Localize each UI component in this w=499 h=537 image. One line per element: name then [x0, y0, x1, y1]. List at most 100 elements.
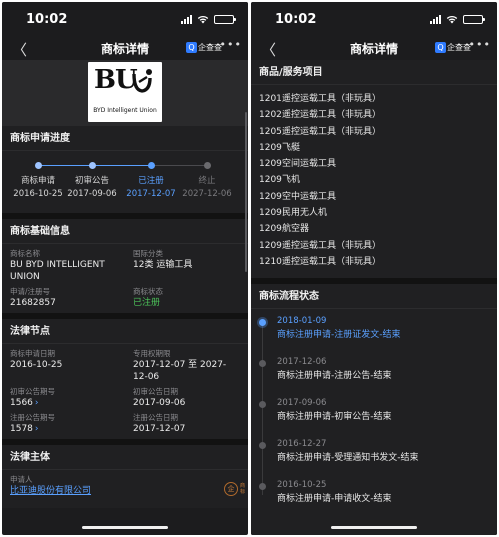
home-indicator[interactable] [82, 526, 168, 529]
prelim-date-cell: 初审公告日期 2017-09-06 [133, 386, 246, 409]
status-cell: 商标状态 已注册 [133, 286, 246, 309]
exclusive-period-cell: 专用权期限 2017-12-07 至 2027-12-06 [133, 348, 246, 383]
legal-grid: 商标申请日期 2016-10-25 专用权期限 2017-12-07 至 202… [2, 344, 248, 439]
goods-code: 1202 [259, 110, 282, 121]
goods-name: 空间运载工具 [282, 159, 337, 170]
list-item: 1210遥控运载工具（非玩具） [259, 254, 489, 270]
applicant-block: 申请人 比亚迪股份有限公司 企 商标 [2, 470, 248, 508]
timeline-step-label: 初审公告 [74, 176, 109, 186]
right-content: 商品/服务项目 1201遥控运载工具（非玩具） 1202遥控运载工具（非玩具） 12… [251, 60, 497, 535]
progress-section: 商标申请进度 商标申请 2016-10-25 初审公告 2017-09-06 已注册 20… [2, 126, 248, 213]
timeline-step: 商标申请 2016-10-25 [8, 175, 68, 201]
more-icon[interactable]: ••• [469, 38, 491, 51]
applicant-link[interactable]: 比亚迪股份有限公司 [10, 485, 240, 498]
home-indicator[interactable] [331, 526, 417, 529]
list-item: 1209航空器 [259, 221, 489, 237]
goods-code: 1209 [259, 240, 282, 251]
flow-date: 2016-12-27 [277, 439, 327, 450]
list-item: 1209飞机 [259, 172, 489, 188]
signal-icon [181, 14, 192, 24]
flow-item: 2016-10-25 商标注册申请-申请收文-结束 [259, 479, 489, 520]
timeline-dot [148, 162, 155, 169]
flow-date: 2017-09-06 [277, 398, 327, 409]
left-screen: 10:02 〈 商标详情 Q 企查查 ••• BU BYD Intelligen… [2, 2, 248, 535]
flow-dot [259, 483, 266, 491]
qcc-logo[interactable]: Q 企查查 [435, 42, 471, 53]
scrollbar[interactable] [245, 112, 247, 272]
applicant-label: 申请人 [10, 475, 33, 484]
trademark-logo[interactable]: BU BYD Intelligent Union [88, 62, 162, 122]
trademark-name-cell: 商标名称 BU BYD INTELLIGENT UNION [10, 248, 133, 283]
reg-date-label: 注册公告日期 [133, 413, 178, 422]
reg-issue-cell: 注册公告期号 1578 › [10, 412, 133, 435]
status-bar: 10:02 [2, 2, 248, 36]
goods-code: 1201 [259, 94, 282, 104]
back-icon[interactable]: 〈 [261, 39, 276, 60]
progress-timeline: 商标申请 2016-10-25 初审公告 2017-09-06 已注册 2017-12-0… [2, 151, 248, 213]
goods-name: 空中运载工具 [282, 191, 337, 202]
intl-class-label: 国际分类 [133, 249, 163, 258]
goods-code: 1205 [259, 126, 282, 137]
exclusive-period-label: 专用权期限 [133, 349, 171, 358]
back-icon[interactable]: 〈 [12, 39, 27, 60]
goods-name: 遥控运载工具（非玩具） [282, 256, 382, 267]
prelim-date-label: 初审公告日期 [133, 387, 178, 396]
status-icons [181, 14, 236, 24]
qcc-label: 企查查 [447, 43, 471, 52]
timeline-step-date: 2017-12-07 [126, 189, 176, 199]
reg-date-cell: 注册公告日期 2017-12-07 [133, 412, 246, 435]
timeline-step-label: 终止 [198, 176, 216, 186]
goods-code: 1209 [259, 224, 282, 235]
prelim-issue-link[interactable]: 1566 › [10, 397, 127, 409]
prelim-issue-cell: 初审公告期号 1566 › [10, 386, 133, 409]
status-label: 商标状态 [133, 287, 163, 296]
progress-title: 商标申请进度 [2, 126, 248, 151]
flow-text: 商标注册申请-注册证发文-结束 [277, 330, 401, 341]
basic-info-section: 商标基础信息 商标名称 BU BYD INTELLIGENT UNION 国际分… [2, 219, 248, 313]
goods-code: 1209 [259, 175, 282, 186]
flow-text: 商标注册申请-受理通知书发文-结束 [277, 453, 419, 464]
list-item: 1209空中运载工具 [259, 189, 489, 205]
intl-class-cell: 国际分类 12类 运输工具 [133, 248, 246, 283]
flow-item: 2017-09-06 商标注册申请-初审公告-结束 [259, 397, 489, 438]
flow-dot [259, 319, 266, 327]
goods-name: 航空器 [282, 224, 310, 235]
goods-code: 1210 [259, 256, 282, 267]
wifi-icon [446, 15, 458, 23]
timeline-step-date: 2017-09-06 [67, 189, 117, 199]
basic-info-title: 商标基础信息 [2, 219, 248, 244]
goods-name: 遥控运载工具（非玩具） [282, 240, 382, 251]
goods-code: 1209 [259, 159, 282, 170]
left-content: BU BYD Intelligent Union 商标申请进度 商标申请 2016… [2, 60, 248, 508]
flow-dot [259, 360, 266, 368]
timeline-connector [38, 165, 92, 166]
more-icon[interactable]: ••• [220, 38, 242, 51]
goods-section: 商品/服务项目 1201遥控运载工具（非玩具） 1202遥控运载工具（非玩具） 12… [251, 60, 497, 279]
flow-text: 商标注册申请-注册公告-结束 [277, 371, 392, 382]
subject-title: 法律主体 [2, 445, 248, 470]
flow-title: 商标流程状态 [251, 284, 497, 310]
goods-name: 飞机 [282, 175, 301, 186]
flow-item: 2017-12-06 商标注册申请-注册公告-结束 [259, 356, 489, 397]
reg-issue-link[interactable]: 1578 › [10, 423, 127, 435]
prelim-issue-label: 初审公告期号 [10, 387, 55, 396]
flow-dot [259, 442, 266, 450]
flow-text: 商标注册申请-初审公告-结束 [277, 412, 392, 423]
trademark-name-label: 商标名称 [10, 249, 40, 258]
goods-name: 民用无人机 [282, 208, 328, 219]
battery-icon [214, 14, 236, 24]
timeline-dot [35, 162, 42, 169]
goods-name: 飞艇 [282, 142, 301, 153]
goods-list: 1201遥控运载工具（非玩具） 1202遥控运载工具（非玩具） 1205遥控运载工具… [251, 85, 497, 278]
status-time: 10:02 [26, 11, 68, 27]
status-badge: 已注册 [133, 298, 161, 308]
nav-bar: 〈 商标详情 Q 企查查 ••• [2, 36, 248, 60]
list-item: 1209空间运载工具 [259, 156, 489, 172]
timeline-step: 终止 2027-12-06 [177, 175, 237, 201]
chevron-right-icon: › [34, 424, 39, 434]
battery-icon [463, 14, 485, 24]
flow-date: 2017-12-06 [277, 357, 327, 368]
goods-code: 1209 [259, 208, 282, 219]
signal-icon [430, 14, 441, 24]
qcc-logo[interactable]: Q 企查查 [186, 42, 222, 53]
